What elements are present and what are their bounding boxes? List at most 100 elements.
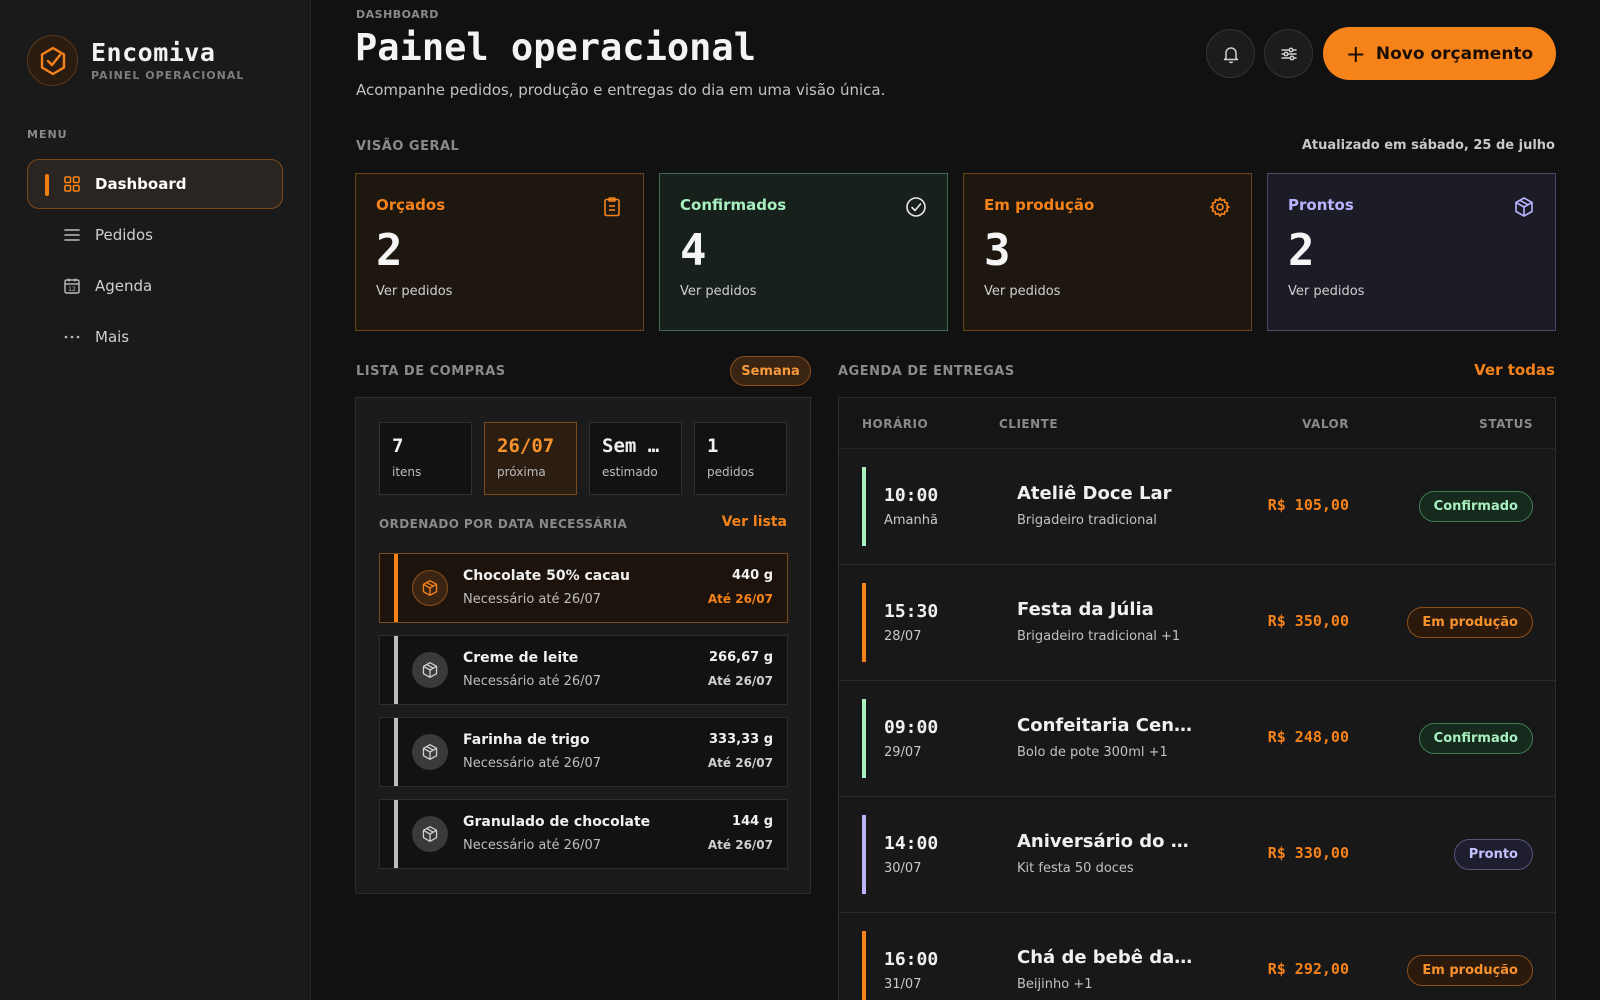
row-client: Ateliê Doce Lar bbox=[1017, 483, 1172, 504]
status-badge: Confirmado bbox=[1418, 723, 1533, 754]
summary-estimate: Sem … estimado bbox=[589, 422, 682, 495]
clipboard-icon bbox=[604, 197, 620, 217]
summary-label: estimado bbox=[602, 465, 658, 479]
table-row[interactable]: 16:00 31/07 Chá de bebê da Lu… Beijinho … bbox=[839, 913, 1555, 1000]
status-badge: Pronto bbox=[1453, 839, 1533, 870]
item-accent-bar bbox=[394, 800, 398, 868]
item-until: Até 26/07 bbox=[707, 674, 773, 688]
row-time: 14:00 bbox=[884, 833, 939, 854]
brand-subtitle: PAINEL OPERACIONAL bbox=[91, 69, 245, 82]
item-until: Até 26/07 bbox=[707, 592, 773, 606]
see-list-link[interactable]: Ver lista bbox=[722, 514, 787, 530]
item-need: Necessário até 26/07 bbox=[463, 592, 602, 607]
stat-card-link[interactable]: Ver pedidos bbox=[1288, 284, 1535, 299]
status-badge: Em produção bbox=[1407, 955, 1533, 986]
sort-label: ORDENADO POR DATA NECESSÁRIA bbox=[379, 517, 628, 531]
list-item[interactable]: Granulado de chocolate Necessário até 26… bbox=[379, 799, 788, 869]
summary-value: Sem … bbox=[602, 435, 660, 457]
menu-label: MENU bbox=[27, 128, 68, 141]
status-badge: Confirmado bbox=[1418, 491, 1533, 522]
summary-value: 7 bbox=[392, 435, 404, 457]
stat-card-em-producao[interactable]: Em produção 3 Ver pedidos bbox=[963, 173, 1252, 331]
sidebar-item-dashboard[interactable]: Dashboard bbox=[27, 159, 283, 209]
row-status-bar bbox=[862, 583, 866, 662]
stat-card-confirmados[interactable]: Confirmados 4 Ver pedidos bbox=[659, 173, 948, 331]
sidebar-item-label: Mais bbox=[95, 328, 130, 346]
item-need: Necessário até 26/07 bbox=[463, 674, 602, 689]
item-accent-bar bbox=[394, 554, 398, 622]
column-status: STATUS bbox=[1479, 417, 1533, 431]
row-product: Kit festa 50 doces bbox=[1017, 861, 1134, 876]
list-item[interactable]: Farinha de trigo Necessário até 26/07 33… bbox=[379, 717, 788, 787]
filters-button[interactable] bbox=[1264, 29, 1313, 78]
shopping-list-panel: 7 itens 26/07 próxima Sem … estimado 1 p… bbox=[355, 397, 811, 894]
list-item[interactable]: Chocolate 50% cacau Necessário até 26/07… bbox=[379, 553, 788, 623]
row-value: R$ 248,00 bbox=[1267, 728, 1349, 746]
box-icon bbox=[412, 734, 448, 770]
row-time: 15:30 bbox=[884, 601, 939, 622]
column-client: CLIENTE bbox=[999, 417, 1059, 431]
stat-card-title: Orçados bbox=[376, 196, 446, 214]
sidebar: Encomiva PAINEL OPERACIONAL MENU Dashboa… bbox=[0, 0, 311, 1000]
row-product: Bolo de pote 300ml +1 bbox=[1017, 745, 1168, 760]
stat-card-prontos[interactable]: Prontos 2 Ver pedidos bbox=[1267, 173, 1556, 331]
row-status-bar bbox=[862, 815, 866, 894]
summary-orders: 1 pedidos bbox=[694, 422, 787, 495]
check-circle-icon bbox=[906, 197, 926, 217]
row-client: Chá de bebê da Lu… bbox=[1017, 947, 1197, 968]
brand-logo-icon bbox=[27, 35, 78, 86]
item-accent-bar bbox=[394, 636, 398, 704]
item-name: Chocolate 50% cacau bbox=[463, 568, 630, 584]
sidebar-item-agenda[interactable]: 12 Agenda bbox=[27, 261, 283, 311]
box-icon bbox=[412, 652, 448, 688]
plus-icon: + bbox=[1345, 39, 1366, 68]
table-row[interactable]: 15:30 28/07 Festa da Júlia Brigadeiro tr… bbox=[839, 565, 1555, 681]
stat-card-count: 2 bbox=[1288, 225, 1315, 276]
item-name: Granulado de chocolate bbox=[463, 814, 651, 830]
sidebar-nav: Dashboard Pedidos 12 Agenda Mais bbox=[27, 159, 283, 363]
list-item[interactable]: Creme de leite Necessário até 26/07 266,… bbox=[379, 635, 788, 705]
item-quantity: 144 g bbox=[732, 814, 773, 829]
item-need: Necessário até 26/07 bbox=[463, 838, 602, 853]
summary-label: próxima bbox=[497, 465, 546, 479]
row-value: R$ 105,00 bbox=[1267, 496, 1349, 514]
row-product: Brigadeiro tradicional +1 bbox=[1017, 629, 1181, 644]
period-chip[interactable]: Semana bbox=[730, 356, 811, 386]
overview-label: VISÃO GERAL bbox=[356, 139, 460, 154]
brand[interactable]: Encomiva PAINEL OPERACIONAL bbox=[27, 35, 244, 86]
summary-items: 7 itens bbox=[379, 422, 472, 495]
row-date: 31/07 bbox=[884, 977, 922, 992]
shopping-summary: 7 itens 26/07 próxima Sem … estimado 1 p… bbox=[379, 422, 787, 495]
stat-card-link[interactable]: Ver pedidos bbox=[680, 284, 927, 299]
stat-card-count: 4 bbox=[680, 225, 707, 276]
table-header: HORÁRIO CLIENTE VALOR STATUS bbox=[839, 398, 1555, 449]
table-row[interactable]: 09:00 29/07 Confeitaria Central Bolo de … bbox=[839, 681, 1555, 797]
row-time: 10:00 bbox=[884, 485, 939, 506]
table-row[interactable]: 10:00 Amanhã Ateliê Doce Lar Brigadeiro … bbox=[839, 449, 1555, 565]
table-row[interactable]: 14:00 30/07 Aniversário do Pe… Kit festa… bbox=[839, 797, 1555, 913]
shopping-items: Chocolate 50% cacau Necessário até 26/07… bbox=[379, 553, 788, 881]
new-quote-button[interactable]: + Novo orçamento bbox=[1323, 27, 1556, 80]
summary-value: 1 bbox=[707, 435, 719, 457]
updated-text: Atualizado em sábado, 25 de julho bbox=[1301, 138, 1555, 153]
calendar-icon: 12 bbox=[63, 277, 81, 295]
breadcrumb: DASHBOARD bbox=[356, 8, 439, 21]
row-date: Amanhã bbox=[884, 513, 938, 528]
notifications-button[interactable] bbox=[1206, 29, 1255, 78]
see-all-link[interactable]: Ver todas bbox=[1474, 361, 1555, 379]
row-date: 28/07 bbox=[884, 629, 922, 644]
sliders-icon bbox=[1280, 46, 1297, 61]
list-icon bbox=[63, 226, 81, 244]
item-name: Creme de leite bbox=[463, 650, 579, 666]
stat-card-title: Confirmados bbox=[680, 196, 787, 214]
stat-card-link[interactable]: Ver pedidos bbox=[984, 284, 1231, 299]
sidebar-item-mais[interactable]: Mais bbox=[27, 312, 283, 362]
row-value: R$ 292,00 bbox=[1267, 960, 1349, 978]
sidebar-item-pedidos[interactable]: Pedidos bbox=[27, 210, 283, 260]
stat-card-link[interactable]: Ver pedidos bbox=[376, 284, 623, 299]
box-icon bbox=[412, 570, 448, 606]
row-client: Festa da Júlia bbox=[1017, 599, 1154, 620]
stat-card-orcados[interactable]: Orçados 2 Ver pedidos bbox=[355, 173, 644, 331]
item-until: Até 26/07 bbox=[707, 756, 773, 770]
page-title: Painel operacional bbox=[355, 26, 756, 69]
